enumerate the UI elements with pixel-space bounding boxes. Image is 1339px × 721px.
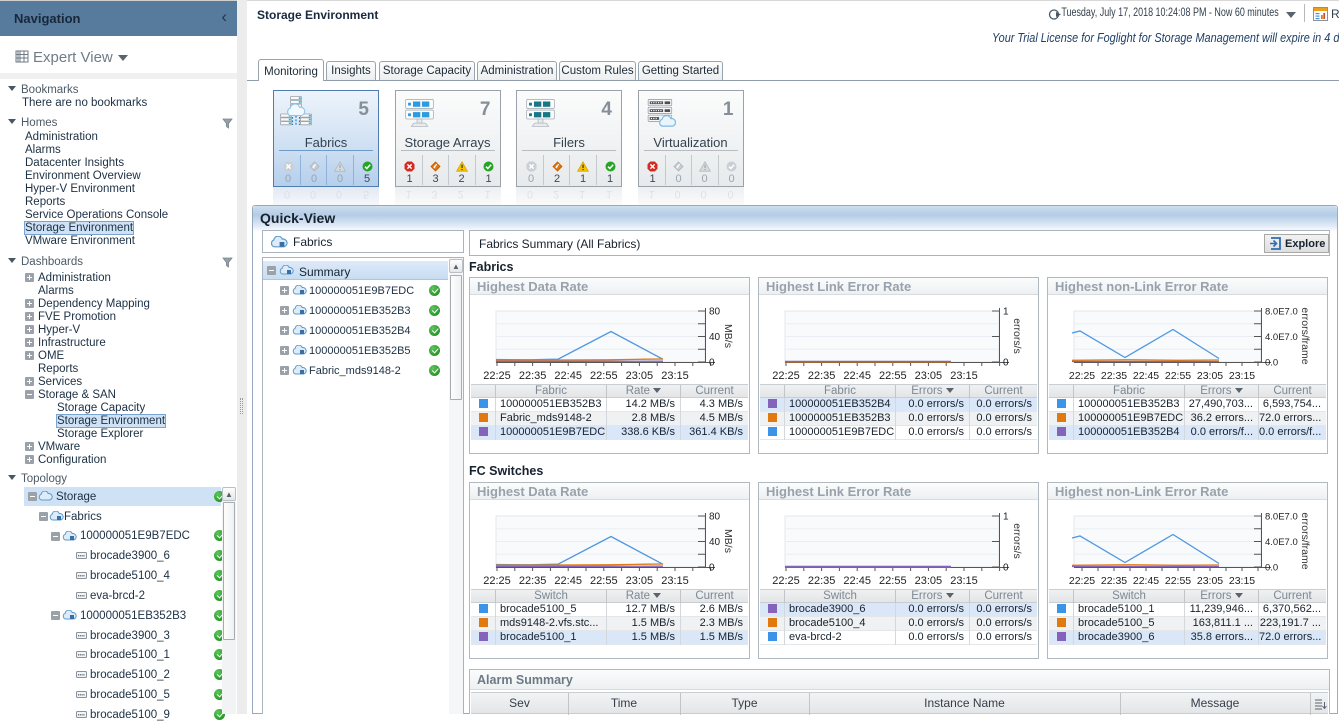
svg-text:0.0: 0.0: [1265, 358, 1278, 369]
svg-text:23:05: 23:05: [1197, 575, 1223, 587]
svg-text:23:15: 23:15: [950, 575, 978, 587]
svg-text:22:45: 22:45: [843, 575, 871, 587]
svg-text:23:05: 23:05: [915, 575, 943, 587]
svg-text:errors/frame: errors/frame: [1299, 307, 1311, 364]
svg-text:0.0: 0.0: [1265, 563, 1278, 574]
svg-text:23:15: 23:15: [1229, 370, 1255, 382]
svg-text:22:25: 22:25: [1069, 370, 1095, 382]
svg-text:4.0E7.0: 4.0E7.0: [1265, 537, 1298, 548]
svg-text:22:55: 22:55: [879, 575, 907, 587]
svg-text:22:35: 22:35: [808, 370, 836, 382]
svg-text:22:35: 22:35: [519, 370, 547, 382]
svg-text:MB/s: MB/s: [722, 324, 734, 348]
svg-text:22:35: 22:35: [519, 575, 547, 587]
svg-text:80: 80: [709, 307, 721, 318]
svg-text:23:05: 23:05: [626, 575, 654, 587]
svg-text:8.0E7.0: 8.0E7.0: [1265, 307, 1298, 318]
svg-text:22:55: 22:55: [590, 370, 618, 382]
svg-text:22:25: 22:25: [1069, 575, 1095, 587]
svg-text:23:15: 23:15: [1229, 575, 1255, 587]
svg-text:22:45: 22:45: [843, 370, 871, 382]
svg-text:22:45: 22:45: [1133, 370, 1159, 382]
svg-text:errors/frame: errors/frame: [1299, 512, 1311, 569]
svg-text:errors/s: errors/s: [1011, 523, 1023, 559]
svg-text:0: 0: [709, 563, 715, 574]
svg-text:MB/s: MB/s: [722, 529, 734, 553]
svg-text:22:55: 22:55: [879, 370, 907, 382]
svg-text:4.0E7.0: 4.0E7.0: [1265, 332, 1298, 343]
svg-text:22:35: 22:35: [808, 575, 836, 587]
svg-text:22:55: 22:55: [1165, 370, 1191, 382]
svg-text:22:55: 22:55: [1165, 575, 1191, 587]
svg-text:22:35: 22:35: [1101, 370, 1127, 382]
svg-text:40: 40: [709, 537, 721, 548]
svg-text:22:45: 22:45: [554, 575, 582, 587]
svg-text:40: 40: [709, 332, 721, 343]
svg-text:22:25: 22:25: [772, 370, 800, 382]
svg-text:23:05: 23:05: [915, 370, 943, 382]
svg-text:23:15: 23:15: [950, 370, 978, 382]
svg-text:23:15: 23:15: [661, 575, 689, 587]
svg-text:22:25: 22:25: [483, 370, 511, 382]
svg-text:23:05: 23:05: [1197, 370, 1223, 382]
svg-text:1: 1: [1003, 307, 1009, 318]
svg-text:errors/s: errors/s: [1011, 318, 1023, 354]
svg-text:22:35: 22:35: [1101, 575, 1127, 587]
svg-text:0: 0: [1003, 358, 1009, 369]
svg-text:22:25: 22:25: [772, 575, 800, 587]
svg-text:22:25: 22:25: [483, 575, 511, 587]
svg-text:1: 1: [1003, 512, 1009, 523]
svg-text:23:05: 23:05: [626, 370, 654, 382]
svg-text:23:15: 23:15: [661, 370, 689, 382]
svg-text:80: 80: [709, 512, 721, 523]
svg-text:0: 0: [1003, 563, 1009, 574]
svg-text:22:45: 22:45: [1133, 575, 1159, 587]
svg-text:8.0E7.0: 8.0E7.0: [1265, 512, 1298, 523]
svg-text:22:55: 22:55: [590, 575, 618, 587]
svg-text:0: 0: [709, 358, 715, 369]
svg-text:22:45: 22:45: [554, 370, 582, 382]
